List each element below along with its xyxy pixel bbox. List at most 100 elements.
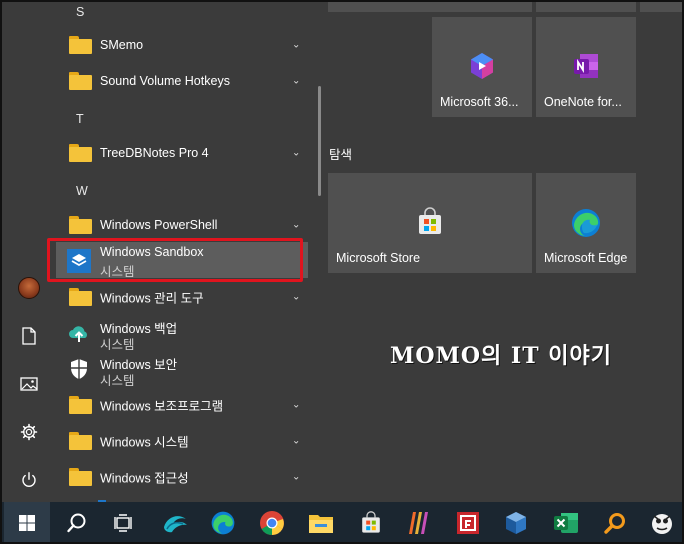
chevron-down-icon: ⌄ <box>292 75 301 87</box>
chevron-down-icon: ⌄ <box>292 219 301 231</box>
chevron-down-icon: ⌄ <box>292 147 301 159</box>
tile-label: Microsoft Edge <box>544 251 628 265</box>
document-icon <box>22 327 36 345</box>
pictures-button[interactable] <box>2 362 56 406</box>
power-button[interactable] <box>2 458 56 502</box>
chrome-icon <box>260 511 284 535</box>
power-icon <box>22 472 36 487</box>
list-item-label: Windows 보조프로그램 <box>100 399 224 414</box>
taskbar-app[interactable] <box>639 502 682 542</box>
tile-partial[interactable] <box>536 2 636 12</box>
edge-icon <box>211 511 235 535</box>
microsoft-365-icon <box>471 53 493 79</box>
taskbar-chrome[interactable] <box>249 502 295 542</box>
chevron-down-icon: ⌄ <box>292 39 301 51</box>
list-item-treedbnotes[interactable]: TreeDBNotes Pro 4 ⌄ <box>56 135 308 171</box>
store-icon <box>362 511 380 533</box>
chevron-down-icon: ⌄ <box>292 435 301 447</box>
folder-icon <box>69 144 92 162</box>
list-item-windows-security[interactable]: Windows 보안 시스템 <box>56 351 308 388</box>
watermark-text: MOMO의 IT 이야기 <box>390 343 612 369</box>
folder-icon <box>69 468 92 486</box>
tile-onenote[interactable]: OneNote for... <box>536 17 636 117</box>
excel-icon <box>554 513 578 533</box>
list-item-label: Windows 관리 도구 <box>100 291 204 306</box>
list-item-windows-system[interactable]: Windows 시스템 ⌄ <box>56 423 308 459</box>
tile-label: Microsoft Store <box>336 251 421 265</box>
taskbar-app[interactable] <box>152 502 198 542</box>
folder-icon <box>69 288 92 306</box>
folder-icon <box>69 216 92 234</box>
list-item-windows-accessibility[interactable]: Windows 접근성 ⌄ <box>56 459 308 495</box>
task-view-button[interactable] <box>100 502 146 542</box>
taskbar-app[interactable] <box>396 502 442 542</box>
store-icon <box>419 207 441 234</box>
letter-t: T <box>76 112 84 126</box>
taskbar-file-explorer[interactable] <box>298 502 344 542</box>
edge-icon <box>572 209 600 237</box>
windows-start-icon <box>19 515 35 531</box>
app-icon <box>409 512 428 534</box>
pictures-icon <box>20 377 38 391</box>
app-icon <box>652 514 672 534</box>
start-menu: S SMemo ⌄ Sound Volume Hotkeys ⌄ T TreeD… <box>2 2 682 502</box>
virtualbox-icon <box>506 512 526 534</box>
chevron-down-icon: ⌄ <box>292 399 301 411</box>
list-item-smemo[interactable]: SMemo ⌄ <box>56 27 308 63</box>
taskbar-search-button[interactable] <box>54 502 100 542</box>
app-icon <box>457 512 479 534</box>
app-icon <box>164 516 187 533</box>
taskbar-store[interactable] <box>348 502 394 542</box>
letter-header-t[interactable]: T <box>56 101 308 137</box>
folder-icon <box>69 36 92 54</box>
task-view-icon <box>114 514 132 532</box>
taskbar-app[interactable] <box>445 502 491 542</box>
gear-icon <box>20 423 38 441</box>
letter-header-s[interactable]: S <box>56 2 308 30</box>
list-item-label: Windows 접근성 <box>100 471 189 486</box>
documents-button[interactable] <box>2 314 56 358</box>
list-item-label: TreeDBNotes Pro 4 <box>100 146 209 160</box>
letter-header-w[interactable]: W <box>56 173 308 209</box>
tile-partial[interactable] <box>432 2 532 12</box>
list-item-windows-accessories[interactable]: Windows 보조프로그램 ⌄ <box>56 387 308 423</box>
settings-button[interactable] <box>2 410 56 454</box>
backup-cloud-icon <box>69 326 87 342</box>
list-item-windows-backup[interactable]: Windows 백업 시스템 <box>56 315 308 352</box>
shield-icon <box>71 359 87 379</box>
tile-label: OneNote for... <box>544 95 622 109</box>
search-app-icon <box>604 513 625 534</box>
letter-s: S <box>76 5 85 19</box>
taskbar-edge[interactable] <box>200 502 246 542</box>
folder-icon <box>69 432 92 450</box>
chevron-down-icon: ⌄ <box>292 291 301 303</box>
list-item-label: Sound Volume Hotkeys <box>100 74 230 88</box>
scrollbar-thumb[interactable] <box>318 86 321 196</box>
list-item-label: Windows 시스템 <box>100 435 189 450</box>
taskbar <box>2 502 682 542</box>
onenote-icon <box>574 54 598 78</box>
tile-partial[interactable] <box>640 2 682 12</box>
list-item-sound-volume-hotkeys[interactable]: Sound Volume Hotkeys ⌄ <box>56 63 308 99</box>
tile-microsoft-365[interactable]: Microsoft 36... <box>432 17 532 117</box>
list-item-label: Windows PowerShell <box>100 218 218 232</box>
avatar <box>18 277 40 299</box>
file-explorer-icon <box>309 515 333 533</box>
list-item-windows-admin-tools[interactable]: Windows 관리 도구 ⌄ <box>56 279 308 315</box>
letter-w: W <box>76 184 88 198</box>
list-item-label: SMemo <box>100 38 144 52</box>
folder-icon <box>69 72 92 90</box>
taskbar-virtualbox[interactable] <box>493 502 539 542</box>
folder-icon <box>69 396 92 414</box>
tile-microsoft-store[interactable]: Microsoft Store <box>328 173 532 273</box>
tile-label: Microsoft 36... <box>440 95 519 109</box>
highlight-box <box>47 238 303 282</box>
section-title: 탐색 <box>329 148 353 162</box>
taskbar-excel[interactable] <box>543 502 589 542</box>
start-button[interactable] <box>4 502 50 542</box>
search-icon <box>67 513 86 533</box>
screenshot-frame: S SMemo ⌄ Sound Volume Hotkeys ⌄ T TreeD… <box>0 0 684 544</box>
tile-microsoft-edge[interactable]: Microsoft Edge <box>536 173 636 273</box>
chevron-down-icon: ⌄ <box>292 471 301 483</box>
taskbar-search-app[interactable] <box>592 502 638 542</box>
